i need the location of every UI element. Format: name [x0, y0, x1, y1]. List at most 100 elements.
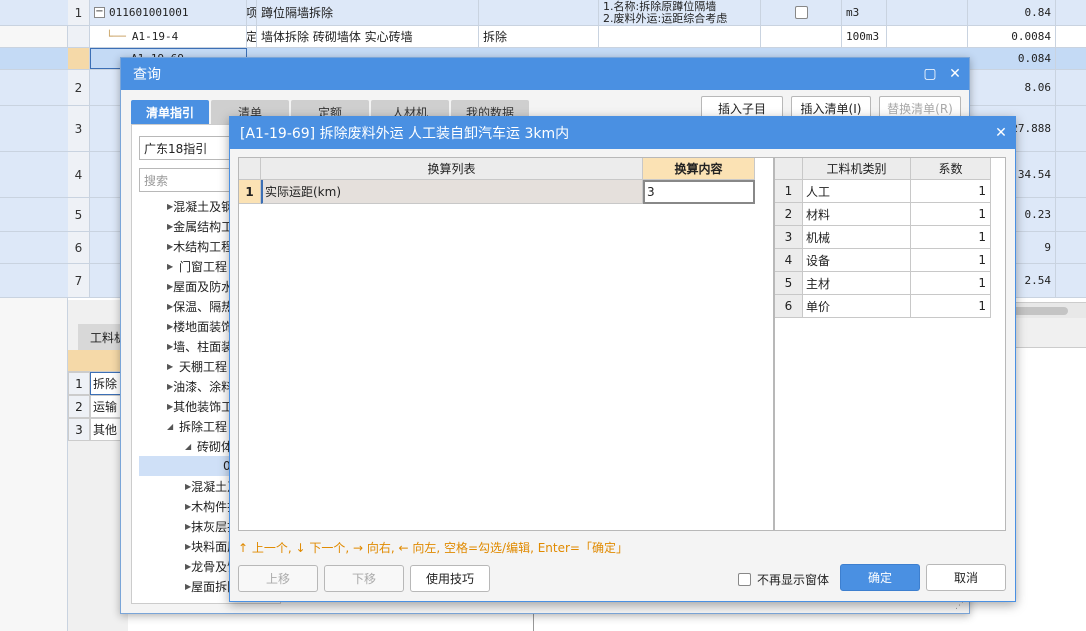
conversion-dialog-title[interactable]: [A1-19-69] 拆除废料外运 人工装自卸汽车运 3km内: [230, 117, 1015, 149]
tree-node[interactable]: ▶混凝土及钢筋混凝土工程: [167, 196, 229, 216]
category-cell[interactable]: 单价: [803, 295, 911, 318]
tree-label: 龙骨及饰面拆除: [191, 559, 229, 574]
unit-cell: m3: [842, 0, 887, 25]
tree-label: 混凝土及钢筋混凝土构件拆除: [191, 479, 229, 494]
code-text: 011601001001: [109, 6, 189, 19]
category-cell[interactable]: 材料: [803, 203, 911, 226]
row-number: 5: [68, 198, 90, 231]
tree-node[interactable]: ▶抹灰层拆除: [185, 516, 229, 536]
coef-cell[interactable]: 1: [911, 272, 991, 295]
keyboard-hint: ↑ 上一个, ↓ 下一个, → 向右, ← 向左, 空格=勾选/编辑, Ente…: [238, 541, 628, 555]
close-icon[interactable]: ✕: [946, 65, 964, 83]
row-number: 7: [68, 264, 90, 297]
row-checkbox[interactable]: [794, 6, 808, 19]
move-up-button[interactable]: 上移: [238, 565, 318, 592]
tree-label: 屋面拆除: [191, 579, 229, 594]
tree-label: 屋面及防水工程: [173, 279, 229, 294]
tree-label: 拆除工程: [179, 419, 228, 434]
tree-node[interactable]: ▶屋面及防水工程: [167, 276, 229, 296]
tab-list-guide[interactable]: 清单指引: [131, 100, 209, 124]
tree-node[interactable]: ▶木构件拆除: [185, 496, 229, 516]
move-down-button[interactable]: 下移: [324, 565, 404, 592]
resize-grip-icon[interactable]: ⋰: [955, 601, 964, 611]
maximize-icon[interactable]: ▢: [921, 65, 939, 83]
coef-cell[interactable]: 1: [911, 203, 991, 226]
category-cell[interactable]: 设备: [803, 249, 911, 272]
category-cell: [479, 0, 599, 25]
conversion-item[interactable]: 实际运距(km): [261, 180, 643, 204]
tree-node[interactable]: ▶金属结构工程: [167, 216, 229, 236]
empty-cell: [761, 26, 842, 47]
tree-node[interactable]: ▶混凝土及钢筋混凝土构件拆除: [185, 476, 229, 496]
category-cell[interactable]: 机械: [803, 226, 911, 249]
expanded-arrow-icon[interactable]: ◢: [167, 422, 179, 431]
tree-node[interactable]: ▶其他装饰工程: [167, 396, 229, 416]
tree-node[interactable]: ▶ 木结构工程: [167, 236, 229, 256]
table-row[interactable]: └── A1-19-4 定 墙体拆除 砖砌墙体 实心砖墙 拆除 100m3 0.0…: [0, 26, 1086, 48]
tree-label: 其他装饰工程: [173, 399, 229, 414]
expanded-arrow-icon: ◢: [185, 441, 192, 451]
cancel-button[interactable]: 取消: [926, 564, 1006, 591]
code-cell[interactable]: └── A1-19-4: [90, 26, 247, 47]
tree-label: 墙、柱面装饰与隔断、幕墙工程: [173, 339, 229, 354]
row-number: [68, 26, 90, 47]
empty-cell: [887, 26, 968, 47]
tree-label: 金属结构工程: [173, 219, 229, 234]
coef-cell[interactable]: 1: [911, 295, 991, 318]
table-row[interactable]: 1 − 011601001001 项 蹲位隔墙拆除 1.名称:拆除原蹲位隔墙 2…: [0, 0, 1086, 26]
tree-node[interactable]: ▶保温、隔热、防腐工程: [167, 296, 229, 316]
feature-cell: 1.名称:拆除原蹲位隔墙 2.废料外运:运距综合考虑: [599, 0, 761, 25]
query-window-title[interactable]: 查询: [121, 58, 969, 90]
category-coef-grid: 工料机类别 系数 1 人工 1 2 材料 1 3 机械 1 4 设备 1 5 主材 1 6 单价 1: [774, 157, 1006, 531]
ok-button[interactable]: 确定: [840, 564, 920, 591]
category-cell[interactable]: 主材: [803, 272, 911, 295]
tree-label: 楼地面装饰工程: [173, 319, 229, 334]
name-cell[interactable]: 墙体拆除 砖砌墙体 实心砖墙: [257, 26, 479, 47]
collapsed-arrow-icon[interactable]: ▶: [167, 362, 179, 371]
tree-selection: [139, 456, 229, 476]
tree-node[interactable]: ▶块料面层拆除: [185, 536, 229, 556]
collapsed-arrow-icon[interactable]: ▶: [167, 262, 179, 271]
tree-node[interactable]: ▶ 天棚工程: [167, 356, 229, 376]
grid-corner: [775, 158, 803, 180]
conversion-list-grid: 换算列表 换算内容 1 实际运距(km) 3: [238, 157, 774, 531]
category-cell[interactable]: 人工: [803, 180, 911, 203]
checkbox-cell[interactable]: [761, 0, 842, 25]
tree-node[interactable]: ▶墙、柱面装饰与隔断、幕墙工程: [167, 336, 229, 356]
close-icon[interactable]: ✕: [992, 124, 1010, 142]
no-show-option[interactable]: 不再显示窗体: [738, 571, 829, 588]
category-cell: 拆除: [479, 26, 599, 47]
tree-node[interactable]: ◢ 拆除工程: [167, 416, 229, 436]
tree-node[interactable]: ▶龙骨及饰面拆除: [185, 556, 229, 576]
feature-line: 1.名称:拆除原蹲位隔墙: [603, 0, 717, 13]
tree-label: 混凝土及钢筋混凝土工程: [173, 199, 229, 214]
coef-cell[interactable]: 1: [911, 226, 991, 249]
code-cell[interactable]: − 011601001001: [90, 0, 247, 25]
conversion-value-input[interactable]: 3: [643, 180, 755, 204]
tree-node[interactable]: ▶ 门窗工程: [167, 256, 229, 276]
column-header: 换算内容: [643, 158, 755, 180]
column-header: 换算列表: [261, 158, 643, 180]
guide-select[interactable]: 广东18指引: [139, 136, 239, 160]
tree-label: 油漆、涂料、裱糊工程: [173, 379, 229, 394]
no-show-checkbox[interactable]: [738, 573, 751, 586]
coef-cell[interactable]: 1: [911, 180, 991, 203]
tips-button[interactable]: 使用技巧: [410, 565, 490, 592]
name-cell[interactable]: 蹲位隔墙拆除: [257, 0, 479, 25]
row-number: 1: [68, 372, 90, 395]
qty-cell: 8.06: [968, 70, 1056, 105]
tree-label: 门窗工程: [179, 259, 228, 274]
code-text: A1-19-4: [131, 30, 179, 43]
tree-node[interactable]: ▶屋面拆除: [185, 576, 229, 596]
row-number: 6: [775, 295, 803, 318]
tree-line-icon: └──: [106, 30, 126, 43]
collapse-icon[interactable]: −: [94, 7, 105, 18]
coef-cell[interactable]: 1: [911, 249, 991, 272]
tree-label: 木构件拆除: [191, 499, 229, 514]
feature-line: 2.废料外运:运距综合考虑: [603, 11, 728, 25]
qty-cell: 0.84: [968, 0, 1056, 25]
tree-node[interactable]: ▶油漆、涂料、裱糊工程: [167, 376, 229, 396]
empty-cell: [887, 0, 968, 25]
tree-node[interactable]: ▶楼地面装饰工程: [167, 316, 229, 336]
search-input[interactable]: 搜索: [139, 168, 239, 192]
